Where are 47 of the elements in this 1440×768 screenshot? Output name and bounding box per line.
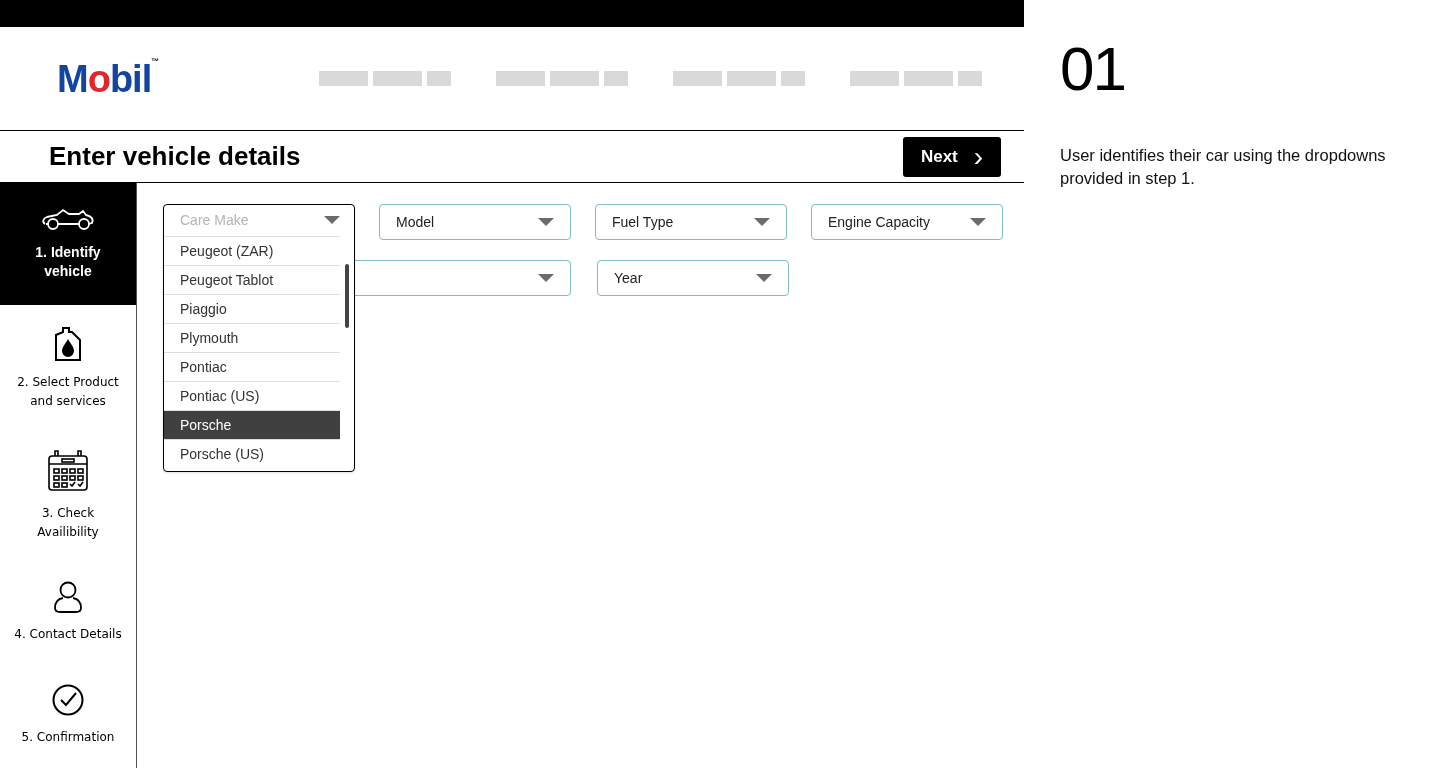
annotation-text: User identifies their car using the dropdowns provided in step 1. bbox=[1060, 145, 1387, 189]
step-number: 01 bbox=[1060, 38, 1126, 100]
nav-placeholder-bar bbox=[781, 71, 806, 86]
step-item[interactable]: 4. Contact Details bbox=[0, 559, 136, 665]
nav-placeholder-bar bbox=[319, 71, 369, 86]
check-circle-icon bbox=[52, 683, 84, 716]
select-placeholder: Care Make bbox=[180, 211, 249, 230]
caret-icon bbox=[538, 273, 554, 283]
make-dropdown[interactable]: Care Make Peugeot (ZAR) Peugeot Tablot Piaggio Plymouth Pontiac Pontiac (US) Porsche Porsche (US) bbox=[163, 204, 355, 472]
caret-icon bbox=[756, 273, 772, 283]
logo: Mobil™ bbox=[57, 59, 160, 98]
select-field[interactable]: Engine Capacity bbox=[811, 204, 1003, 240]
nav-placeholder-bar bbox=[427, 71, 452, 86]
nav-placeholder-bar bbox=[850, 71, 900, 86]
nav-placeholder-bar bbox=[604, 71, 629, 86]
next-button[interactable]: Next › bbox=[903, 136, 1001, 177]
step-item[interactable]: 1. Identify vehicle bbox=[0, 183, 136, 305]
dropdown-option[interactable]: Pontiac bbox=[164, 352, 340, 381]
step-item[interactable]: 3. Check Availibility bbox=[0, 433, 136, 559]
nav-placeholder-bar bbox=[904, 71, 954, 86]
oil-can-icon bbox=[55, 327, 81, 361]
calendar-icon bbox=[47, 450, 89, 492]
caret-icon bbox=[754, 217, 770, 227]
dropdown-option[interactable]: Peugeot Tablot bbox=[164, 265, 340, 294]
nav-placeholder-bar bbox=[727, 71, 777, 86]
caret-icon bbox=[324, 216, 340, 225]
select-field[interactable]: Fuel Type bbox=[595, 204, 787, 240]
select-field[interactable]: Year bbox=[597, 260, 789, 296]
dropdown-option[interactable]: Peugeot (ZAR) bbox=[164, 236, 340, 265]
step-item[interactable]: 2. Select Product and services bbox=[0, 305, 136, 433]
nav-placeholder-bar bbox=[496, 71, 546, 86]
dropdown-option[interactable]: Porsche (US) bbox=[164, 439, 340, 468]
nav-placeholder-bar bbox=[373, 71, 423, 86]
person-icon bbox=[54, 580, 82, 613]
scrollbar-thumb[interactable] bbox=[345, 264, 349, 328]
car-icon bbox=[41, 207, 95, 231]
dropdown-option[interactable]: Porsche bbox=[164, 410, 340, 439]
nav-placeholder-bar bbox=[958, 71, 983, 86]
dropdown-option[interactable]: Plymouth bbox=[164, 323, 340, 352]
dropdown-option[interactable]: Piaggio bbox=[164, 294, 340, 323]
select-field[interactable]: Model bbox=[379, 204, 571, 240]
nav-placeholder-bar bbox=[673, 71, 723, 86]
nav-placeholder-bar bbox=[550, 71, 600, 86]
step-item[interactable]: 5. Confirmation bbox=[0, 665, 136, 765]
caret-icon bbox=[538, 217, 554, 227]
page-title: Enter vehicle details bbox=[49, 140, 301, 173]
caret-icon bbox=[970, 217, 986, 227]
